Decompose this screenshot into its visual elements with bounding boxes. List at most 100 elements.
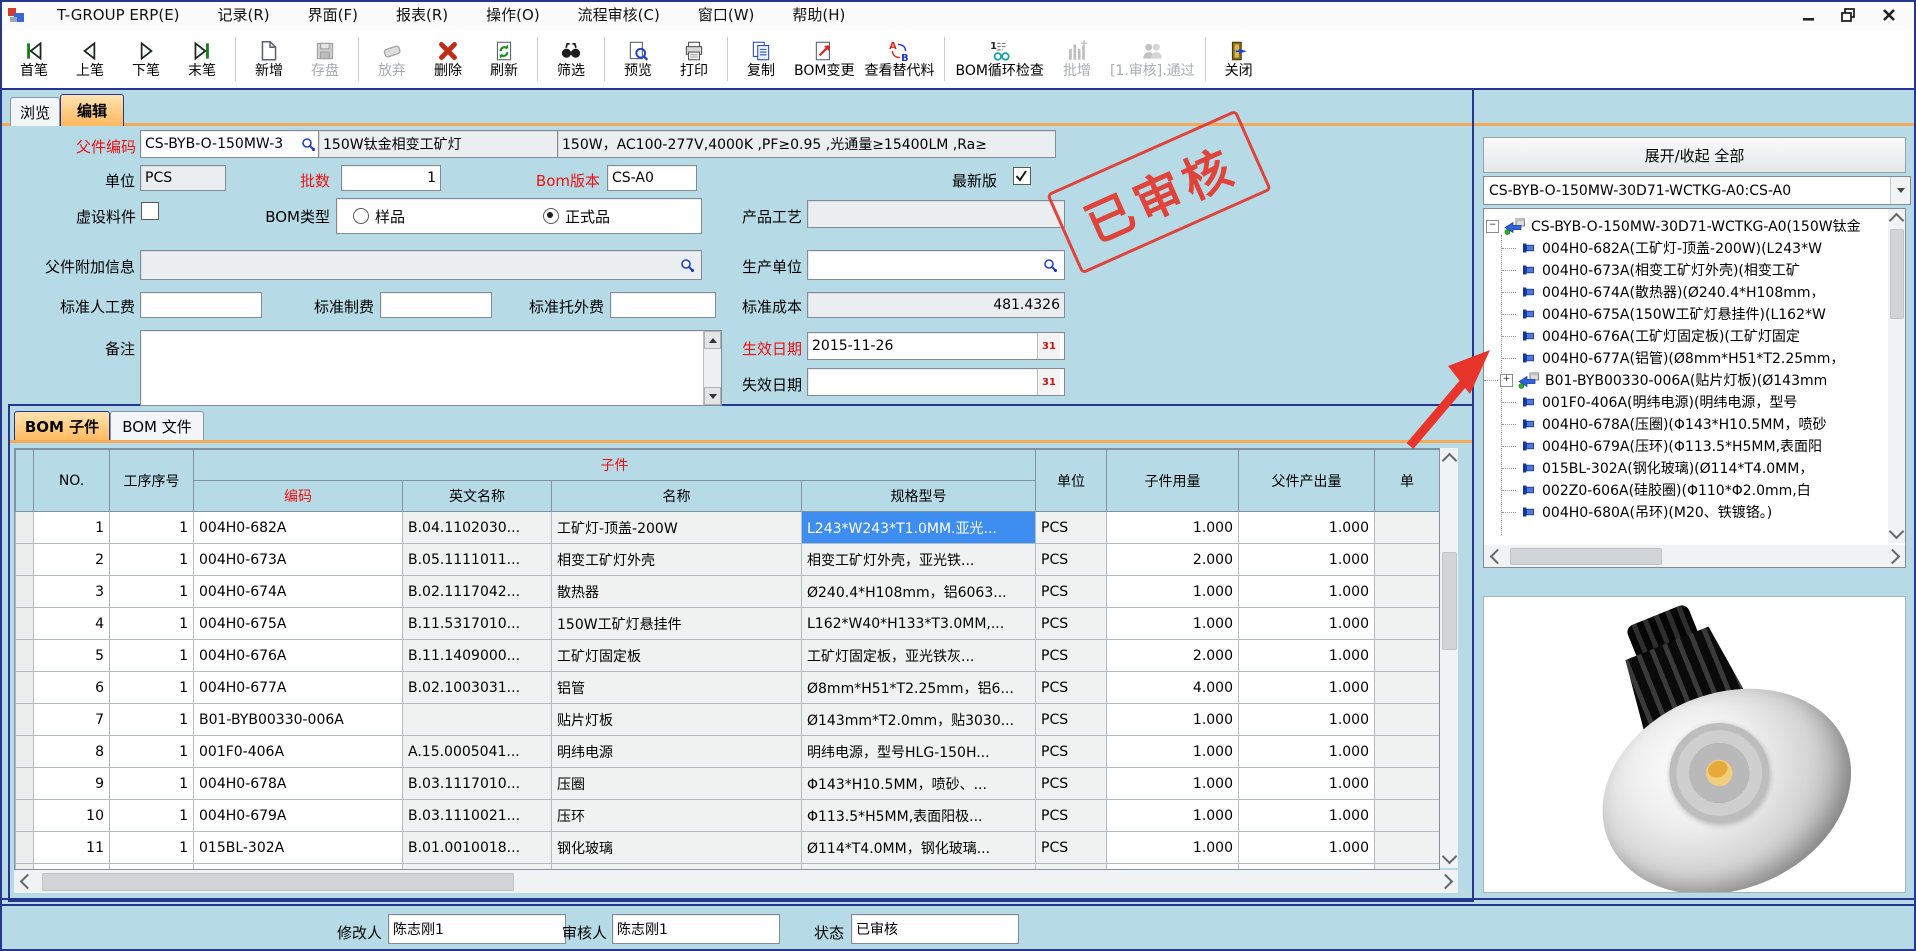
- cell-en-name[interactable]: B.01.0010018...: [403, 832, 552, 864]
- cell-seq[interactable]: 1: [110, 800, 194, 832]
- cell-spec[interactable]: L243*W243*T1.0MM.亚光...: [802, 512, 1036, 544]
- cell-spec[interactable]: 相变工矿灯外壳，亚光铁...: [802, 544, 1036, 576]
- cell-code[interactable]: 004H0-678A: [194, 768, 403, 800]
- scroll-up-icon[interactable]: [704, 331, 721, 349]
- cell-en-name[interactable]: B.11.1409000...: [403, 640, 552, 672]
- cell-parent-qty[interactable]: 1.000: [1239, 640, 1375, 672]
- cell-extra[interactable]: [1375, 672, 1440, 704]
- cell-code[interactable]: 004H0-673A: [194, 544, 403, 576]
- scroll-left-icon[interactable]: [1486, 545, 1504, 567]
- cell-extra[interactable]: [1375, 768, 1440, 800]
- row-selector[interactable]: [16, 608, 34, 640]
- prev-record-button[interactable]: 上笔: [62, 37, 118, 82]
- cell-code[interactable]: 001F0-406A: [194, 736, 403, 768]
- cell-name[interactable]: 工矿灯-顶盖-200W: [552, 512, 802, 544]
- row-selector[interactable]: [16, 704, 34, 736]
- tree-item[interactable]: 004H0-674A(散热器)(Ø240.4*H108mm，: [1484, 281, 1886, 303]
- cell-qty[interactable]: 1.000: [1107, 512, 1239, 544]
- last-record-button[interactable]: 末笔: [174, 37, 230, 82]
- radio-formal[interactable]: 正式品: [543, 206, 610, 227]
- cell-no[interactable]: 3: [34, 576, 110, 608]
- menu-operate[interactable]: 操作(O): [467, 1, 559, 30]
- cell-extra[interactable]: [1375, 800, 1440, 832]
- expire-date-input[interactable]: 31: [807, 368, 1065, 396]
- cell-extra[interactable]: [1375, 544, 1440, 576]
- cell-unit[interactable]: PCS: [1036, 736, 1107, 768]
- cell-qty[interactable]: 2.000: [1107, 544, 1239, 576]
- cell-parent-qty[interactable]: 1.000: [1239, 768, 1375, 800]
- table-hscrollbar[interactable]: [14, 870, 1458, 893]
- cell-no[interactable]: 10: [34, 800, 110, 832]
- cell-qty[interactable]: 1.000: [1107, 800, 1239, 832]
- menu-report[interactable]: 报表(R): [377, 1, 467, 30]
- filter-button[interactable]: 筛选: [543, 37, 599, 82]
- header-code[interactable]: 编码: [194, 481, 403, 512]
- cell-code[interactable]: 004H0-675A: [194, 608, 403, 640]
- cell-extra[interactable]: [1375, 704, 1440, 736]
- cell-qty[interactable]: 1.000: [1107, 704, 1239, 736]
- cell-qty[interactable]: 1.000: [1107, 768, 1239, 800]
- header-unit[interactable]: 单位: [1036, 450, 1107, 512]
- tree-item[interactable]: 004H0-682A(工矿灯-顶盖-200W)(L243*W: [1484, 237, 1886, 259]
- cell-seq[interactable]: 1: [110, 736, 194, 768]
- cell-no[interactable]: 5: [34, 640, 110, 672]
- std-labor-input[interactable]: [140, 292, 262, 318]
- cell-qty[interactable]: 4.000: [1107, 672, 1239, 704]
- restore-button[interactable]: [1838, 5, 1860, 25]
- tab-browse[interactable]: 浏览: [10, 97, 60, 126]
- menu-interface[interactable]: 界面(F): [289, 1, 377, 30]
- std-outsource-input[interactable]: [610, 292, 716, 318]
- save-button[interactable]: 存盘: [297, 37, 353, 82]
- cell-name[interactable]: 钢化玻璃: [552, 832, 802, 864]
- cell-name[interactable]: 明纬电源: [552, 736, 802, 768]
- row-selector[interactable]: [16, 768, 34, 800]
- tree-vscrollbar[interactable]: [1888, 209, 1905, 543]
- cell-en-name[interactable]: B.02.1003031...: [403, 672, 552, 704]
- tree-hscrollbar[interactable]: [1484, 545, 1905, 567]
- cell-name[interactable]: 铝管: [552, 672, 802, 704]
- cell-no[interactable]: 1: [34, 512, 110, 544]
- delete-button[interactable]: 删除: [420, 37, 476, 82]
- cell-seq[interactable]: 1: [110, 608, 194, 640]
- lookup-icon[interactable]: [1040, 251, 1060, 279]
- cell-no[interactable]: 8: [34, 736, 110, 768]
- cell-name[interactable]: 压圈: [552, 768, 802, 800]
- latest-version-checkbox[interactable]: [1013, 167, 1031, 185]
- chevron-down-icon[interactable]: [1890, 177, 1910, 204]
- tree-item[interactable]: +B01-BYB00330-006A(贴片灯板)(Ø143mm: [1484, 369, 1886, 391]
- cell-en-name[interactable]: B.05.1111011...: [403, 544, 552, 576]
- cell-no[interactable]: 6: [34, 672, 110, 704]
- cell-seq[interactable]: 1: [110, 832, 194, 864]
- cell-unit[interactable]: PCS: [1036, 704, 1107, 736]
- scroll-right-icon[interactable]: [1885, 545, 1903, 567]
- cell-en-name[interactable]: B.04.1102030...: [403, 512, 552, 544]
- row-selector[interactable]: [16, 544, 34, 576]
- cell-name[interactable]: 相变工矿灯外壳: [552, 544, 802, 576]
- tree-item[interactable]: 004H0-676A(工矿灯固定板)(工矿灯固定: [1484, 325, 1886, 347]
- cell-name[interactable]: 贴片灯板: [552, 704, 802, 736]
- calendar-icon[interactable]: 31: [1037, 333, 1060, 359]
- next-record-button[interactable]: 下笔: [118, 37, 174, 82]
- row-selector[interactable]: [16, 512, 34, 544]
- header-parent-qty[interactable]: 父件产出量: [1239, 450, 1375, 512]
- scroll-left-icon[interactable]: [16, 870, 34, 893]
- cell-parent-qty[interactable]: 1.000: [1239, 736, 1375, 768]
- cell-parent-qty[interactable]: 1.000: [1239, 672, 1375, 704]
- cell-spec[interactable]: 明纬电源，型号HLG-150H...: [802, 736, 1036, 768]
- tree-item[interactable]: 004H0-679A(压环)(Φ113.5*H5MM,表面阳: [1484, 435, 1886, 457]
- bom-version-input[interactable]: CS-A0: [607, 165, 697, 191]
- cell-code[interactable]: B01-BYB00330-006A: [194, 704, 403, 736]
- cell-parent-qty[interactable]: 1.000: [1239, 544, 1375, 576]
- cell-name[interactable]: 150W工矿灯悬挂件: [552, 608, 802, 640]
- calendar-icon[interactable]: 31: [1037, 369, 1060, 395]
- cell-parent-qty[interactable]: 1.000: [1239, 800, 1375, 832]
- row-selector[interactable]: [16, 672, 34, 704]
- cell-unit[interactable]: PCS: [1036, 768, 1107, 800]
- cell-seq[interactable]: 1: [110, 512, 194, 544]
- close-button[interactable]: 关闭: [1211, 37, 1267, 82]
- cell-unit[interactable]: PCS: [1036, 672, 1107, 704]
- first-record-button[interactable]: 首笔: [6, 37, 62, 82]
- bom-version-dropdown[interactable]: CS-BYB-O-150MW-30D71-WCTKG-A0:CS-A0: [1483, 176, 1911, 205]
- cell-en-name[interactable]: B.03.1110021...: [403, 800, 552, 832]
- bom-change-button[interactable]: BOM变更: [789, 37, 859, 82]
